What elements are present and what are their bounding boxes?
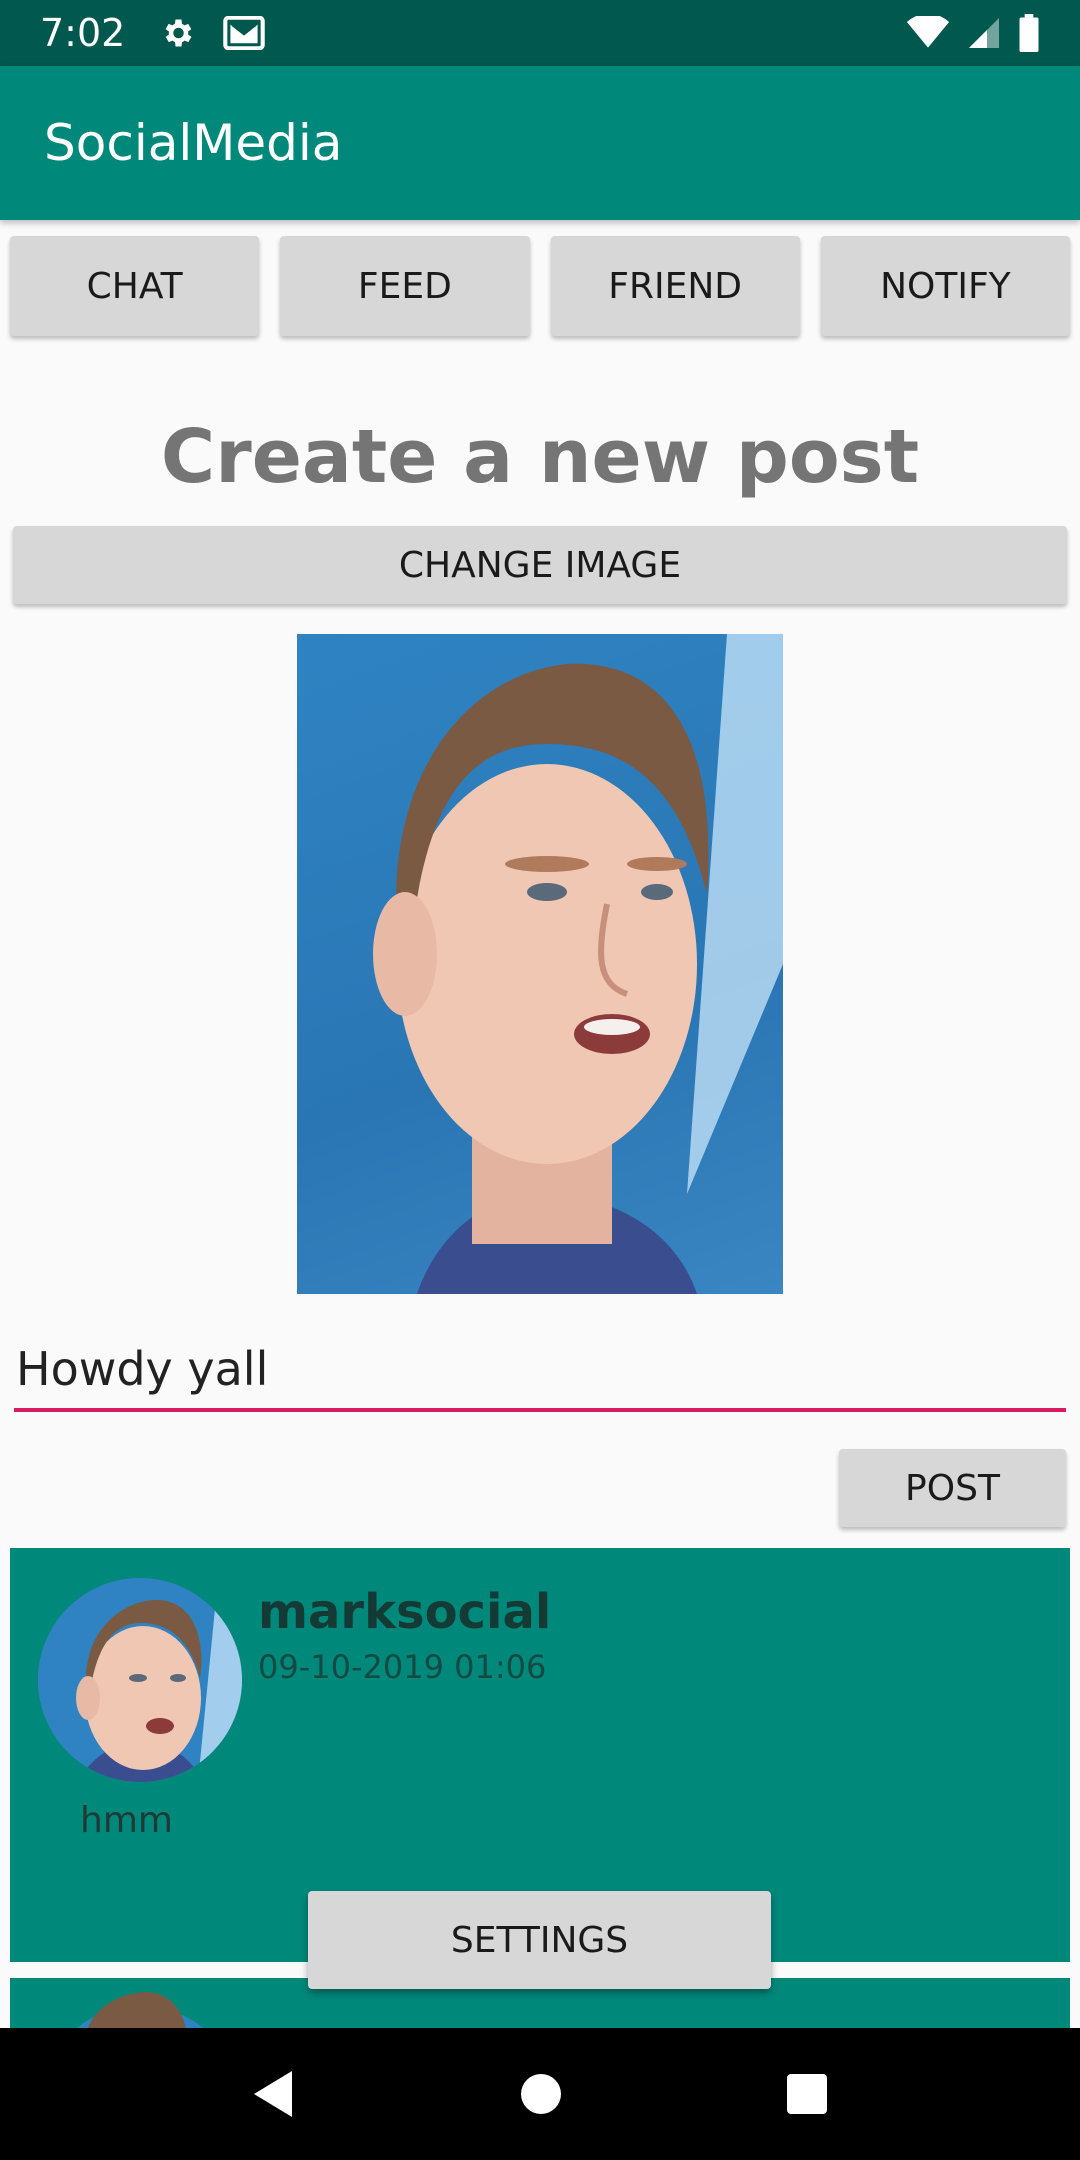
status-time: 7:02 xyxy=(40,11,126,55)
feed-button[interactable]: FEED xyxy=(280,236,530,336)
screen: 7:02 SocialMedia CHAT FEED FRIEND NOTIFY… xyxy=(0,0,1080,2160)
avatar[interactable] xyxy=(38,1578,242,1782)
post-body: hmm xyxy=(80,1800,173,1841)
nav-tabs: CHAT FEED FRIEND NOTIFY xyxy=(10,236,1070,336)
post-button[interactable]: POST xyxy=(839,1449,1066,1527)
post-username[interactable]: marksocial xyxy=(258,1584,551,1640)
recents-icon[interactable] xyxy=(786,2073,828,2115)
system-nav-bar xyxy=(0,2028,1080,2160)
status-bar: 7:02 xyxy=(0,0,1080,66)
avatar-photo xyxy=(38,1578,242,1782)
wifi-icon xyxy=(906,16,950,48)
settings-button[interactable]: SETTINGS xyxy=(308,1891,771,1989)
notify-button[interactable]: NOTIFY xyxy=(820,236,1070,336)
friend-button[interactable]: FRIEND xyxy=(550,236,800,336)
caption-input[interactable] xyxy=(14,1330,1066,1412)
change-image-button[interactable]: CHANGE IMAGE xyxy=(13,526,1067,604)
person-photo xyxy=(373,634,783,1294)
signal-icon xyxy=(969,18,999,48)
home-icon[interactable] xyxy=(519,2072,563,2116)
app-bar: SocialMedia xyxy=(0,66,1080,220)
app-title: SocialMedia xyxy=(44,114,343,172)
status-system-icons xyxy=(906,14,1040,52)
post-timestamp: 09-10-2019 01:06 xyxy=(258,1648,547,1686)
settings-icon xyxy=(165,19,192,47)
back-icon[interactable] xyxy=(252,2069,296,2119)
status-notification-icons xyxy=(159,15,266,51)
gmail-icon xyxy=(223,16,266,50)
page-title: Create a new post xyxy=(160,414,920,500)
battery-icon xyxy=(1019,14,1039,52)
chat-button[interactable]: CHAT xyxy=(10,236,260,336)
post-image xyxy=(297,634,783,1294)
